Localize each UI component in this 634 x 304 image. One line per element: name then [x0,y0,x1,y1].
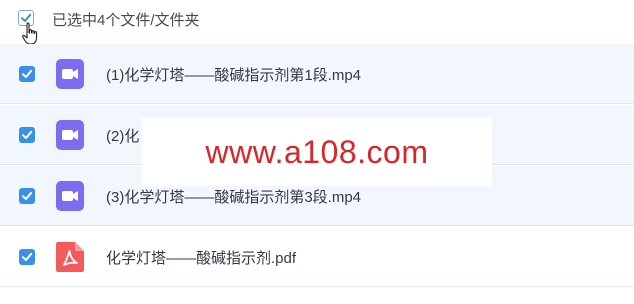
hand-cursor-icon [22,22,38,45]
selection-header: 已选中4个文件/文件夹 [0,0,634,45]
pdf-file-icon [56,242,84,272]
checkmark-icon [22,252,33,261]
video-file-icon [56,59,84,89]
checkmark-icon [22,191,33,200]
file-checkbox[interactable] [19,66,35,82]
file-name[interactable]: (1)化学灯塔——酸碱指示剂第1段.mp4 [106,64,361,85]
file-list-page: 已选中4个文件/文件夹 (1)化学灯塔——酸碱指示剂第1段.mp4 (2)化 (… [0,0,634,304]
watermark-text: www.a108.com [205,133,429,170]
selection-count-label: 已选中4个文件/文件夹 [52,12,200,29]
file-row[interactable]: (1)化学灯塔——酸碱指示剂第1段.mp4 [0,44,634,104]
file-checkbox[interactable] [19,249,35,265]
watermark-box: www.a108.com [142,118,492,186]
file-name[interactable]: 化学灯塔——酸碱指示剂.pdf [106,247,296,268]
file-name[interactable]: (2)化 [106,125,139,146]
file-name[interactable]: (3)化学灯塔——酸碱指示剂第3段.mp4 [106,186,361,207]
checkmark-icon [22,69,33,78]
file-checkbox[interactable] [19,127,35,143]
video-file-icon [56,181,84,211]
checkmark-icon [22,130,33,139]
file-checkbox[interactable] [19,188,35,204]
video-file-icon [56,120,84,150]
file-row[interactable]: 化学灯塔——酸碱指示剂.pdf [0,227,634,287]
